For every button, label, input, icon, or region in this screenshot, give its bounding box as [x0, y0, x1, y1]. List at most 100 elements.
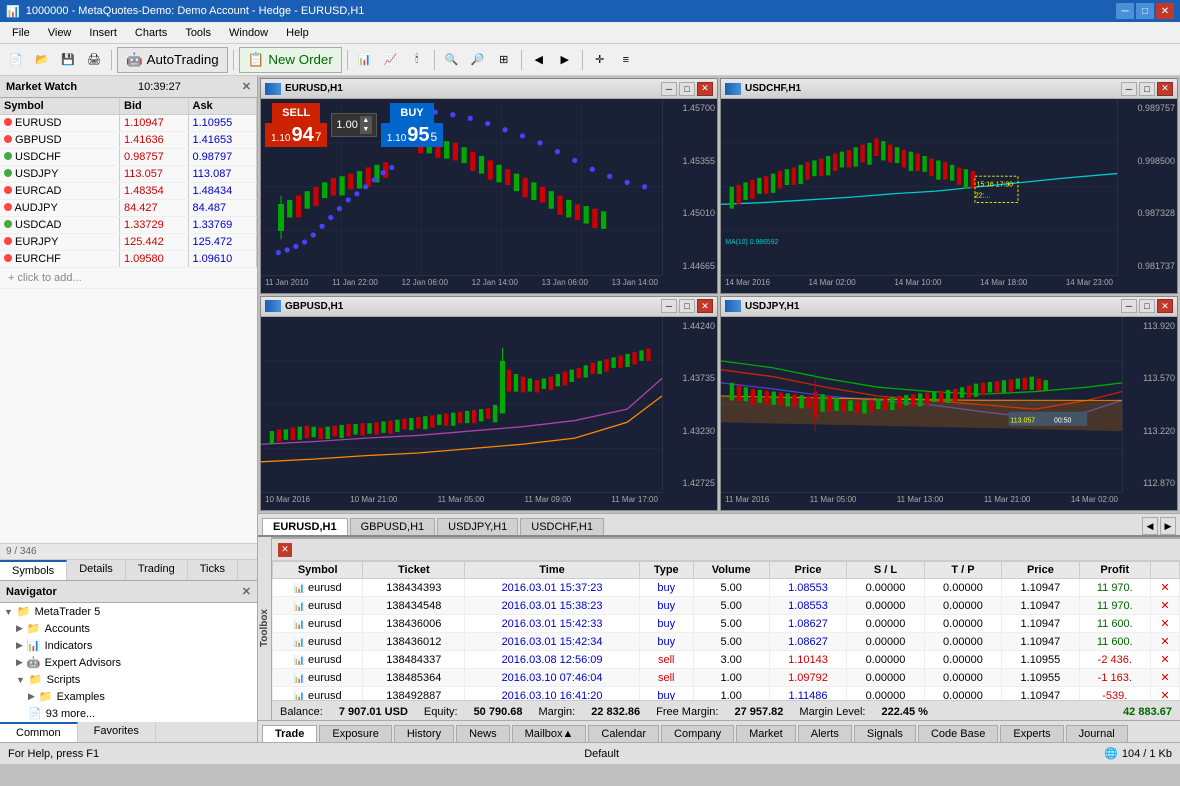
market-watch-close[interactable]: ✕ — [242, 80, 251, 93]
tab-usdchf-h1[interactable]: USDCHF,H1 — [520, 518, 604, 535]
add-symbol-row[interactable]: + click to add... — [0, 268, 257, 289]
cell-close[interactable]: ✕ — [1150, 687, 1179, 701]
close-button[interactable]: ✕ — [1156, 3, 1174, 19]
cell-close[interactable]: ✕ — [1150, 579, 1179, 597]
scroll-right-button[interactable]: ▶ — [553, 48, 577, 72]
chart-close-button[interactable]: ✕ — [1157, 82, 1173, 96]
tab-usdjpy-h1[interactable]: USDJPY,H1 — [437, 518, 518, 535]
bar-chart-button[interactable]: 📊 — [353, 48, 377, 72]
nav-item-indicators[interactable]: ▶ 📊 Indicators — [0, 637, 257, 654]
crosshair-button[interactable]: ✛ — [588, 48, 612, 72]
chart-maximize-button[interactable]: □ — [679, 299, 695, 313]
zoom-out-button[interactable]: 🔎 — [466, 48, 490, 72]
menu-help[interactable]: Help — [278, 25, 317, 41]
nav-item-examples[interactable]: ▶ 📁 Examples — [0, 688, 257, 705]
table-row[interactable]: 📊 eurusd 138436006 2016.03.01 15:42:33 b… — [273, 615, 1180, 633]
tab-favorites[interactable]: Favorites — [78, 722, 156, 742]
tab-mailbox[interactable]: Mailbox▲ — [512, 725, 587, 742]
nav-item-accounts[interactable]: ▶ 📁 Accounts — [0, 620, 257, 637]
navigator-close[interactable]: ✕ — [242, 585, 251, 598]
table-row[interactable]: 📊 eurusd 138434548 2016.03.01 15:38:23 b… — [273, 597, 1180, 615]
tab-gbpusd-h1[interactable]: GBPUSD,H1 — [350, 518, 436, 535]
tab-news[interactable]: News — [456, 725, 510, 742]
positions-close-button[interactable]: ✕ — [278, 543, 292, 557]
list-item[interactable]: AUDJPY 84.427 84.487 — [0, 200, 257, 217]
chart-close-button[interactable]: ✕ — [697, 82, 713, 96]
tab-experts[interactable]: Experts — [1000, 725, 1063, 742]
menu-insert[interactable]: Insert — [81, 25, 125, 41]
tab-ticks[interactable]: Ticks — [188, 560, 238, 580]
list-item[interactable]: USDCHF 0.98757 0.98797 — [0, 149, 257, 166]
tab-exposure[interactable]: Exposure — [319, 725, 391, 742]
tab-symbols[interactable]: Symbols — [0, 560, 67, 580]
list-item[interactable]: EURUSD 1.10947 1.10955 — [0, 115, 257, 132]
chart-close-button[interactable]: ✕ — [697, 299, 713, 313]
cell-close[interactable]: ✕ — [1150, 669, 1179, 687]
tab-calendar[interactable]: Calendar — [588, 725, 659, 742]
chart-minimize-button[interactable]: ─ — [1121, 299, 1137, 313]
tab-alerts[interactable]: Alerts — [798, 725, 852, 742]
print-button[interactable]: 🖨 — [82, 48, 106, 72]
tab-company[interactable]: Company — [661, 725, 734, 742]
table-row[interactable]: 📊 eurusd 138434393 2016.03.01 15:37:23 b… — [273, 579, 1180, 597]
cell-close[interactable]: ✕ — [1150, 597, 1179, 615]
chart-close-button[interactable]: ✕ — [1157, 299, 1173, 313]
tab-journal[interactable]: Journal — [1066, 725, 1128, 742]
candle-chart-button[interactable]: 🕯 — [405, 48, 429, 72]
tab-trade[interactable]: Trade — [262, 725, 317, 742]
scroll-left-button[interactable]: ◀ — [527, 48, 551, 72]
tab-signals[interactable]: Signals — [854, 725, 916, 742]
zoom-in-button[interactable]: 🔍 — [440, 48, 464, 72]
save-button[interactable]: 💾 — [56, 48, 80, 72]
table-row[interactable]: 📊 eurusd 138492887 2016.03.10 16:41:20 b… — [273, 687, 1180, 701]
list-item[interactable]: GBPUSD 1.41636 1.41653 — [0, 132, 257, 149]
tab-history[interactable]: History — [394, 725, 454, 742]
chart-maximize-button[interactable]: □ — [679, 82, 695, 96]
list-item[interactable]: EURCAD 1.48354 1.48434 — [0, 183, 257, 200]
chart-minimize-button[interactable]: ─ — [661, 299, 677, 313]
list-item[interactable]: EURJPY 125.442 125.472 — [0, 234, 257, 251]
lot-down-button[interactable]: ▼ — [360, 125, 372, 134]
table-row[interactable]: 📊 eurusd 138436012 2016.03.01 15:42:34 b… — [273, 633, 1180, 651]
nav-item-scripts[interactable]: ▼ 📁 Scripts — [0, 671, 257, 688]
open-button[interactable]: 📂 — [30, 48, 54, 72]
cell-close[interactable]: ✕ — [1150, 633, 1179, 651]
nav-item-expert-advisors[interactable]: ▶ 🤖 Expert Advisors — [0, 654, 257, 671]
toolbox-panel[interactable]: Toolbox — [258, 537, 272, 720]
lot-up-button[interactable]: ▲ — [360, 116, 372, 125]
tab-common[interactable]: Common — [0, 722, 78, 742]
tab-market[interactable]: Market — [736, 725, 796, 742]
table-row[interactable]: 📊 eurusd 138484337 2016.03.08 12:56:09 s… — [273, 651, 1180, 669]
menu-window[interactable]: Window — [221, 25, 276, 41]
tab-trading[interactable]: Trading — [126, 560, 188, 580]
menu-view[interactable]: View — [40, 25, 80, 41]
chart-minimize-button[interactable]: ─ — [661, 82, 677, 96]
buy-button[interactable]: BUY — [390, 103, 433, 123]
nav-item-metatrader[interactable]: ▼ 📁 MetaTrader 5 — [0, 603, 257, 620]
new-order-button[interactable]: 📋 New Order — [239, 47, 342, 73]
list-item[interactable]: USDJPY 113.057 113.087 — [0, 166, 257, 183]
list-item[interactable]: USDCAD 1.33729 1.33769 — [0, 217, 257, 234]
table-row[interactable]: 📊 eurusd 138485364 2016.03.10 07:46:04 s… — [273, 669, 1180, 687]
new-chart-button[interactable]: 📄 — [4, 48, 28, 72]
list-item[interactable]: EURCHF 1.09580 1.09610 — [0, 251, 257, 268]
menu-tools[interactable]: Tools — [177, 25, 219, 41]
chart-minimize-button[interactable]: ─ — [1121, 82, 1137, 96]
minimize-button[interactable]: ─ — [1116, 3, 1134, 19]
chart-maximize-button[interactable]: □ — [1139, 299, 1155, 313]
cell-close[interactable]: ✕ — [1150, 651, 1179, 669]
cell-close[interactable]: ✕ — [1150, 615, 1179, 633]
tab-scroll-right[interactable]: ▶ — [1160, 517, 1176, 535]
nav-item-more[interactable]: 📄 93 more... — [0, 705, 257, 722]
line-chart-button[interactable]: 📈 — [379, 48, 403, 72]
sell-button[interactable]: SELL — [272, 103, 320, 123]
tab-code-base[interactable]: Code Base — [918, 725, 998, 742]
tab-details[interactable]: Details — [67, 560, 126, 580]
menu-charts[interactable]: Charts — [127, 25, 175, 41]
menu-file[interactable]: File — [4, 25, 38, 41]
maximize-button[interactable]: □ — [1136, 3, 1154, 19]
period-button[interactable]: ≡ — [614, 48, 638, 72]
tab-eurusd-h1[interactable]: EURUSD,H1 — [262, 518, 348, 535]
autotrading-button[interactable]: 🤖 AutoTrading — [117, 47, 228, 73]
fit-button[interactable]: ⊞ — [492, 48, 516, 72]
